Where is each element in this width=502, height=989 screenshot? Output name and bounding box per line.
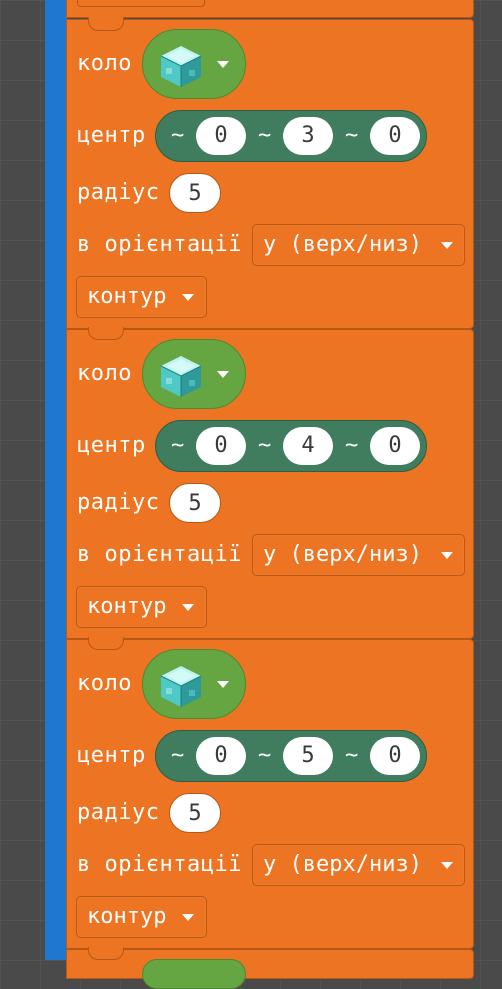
chevron-down-icon <box>217 61 229 68</box>
tilde-x: ~ <box>171 743 185 768</box>
orientation-dropdown[interactable]: y (верх/низ) <box>252 224 465 266</box>
chevron-down-icon <box>182 294 194 301</box>
circle-label: коло <box>77 671 132 696</box>
mode-dropdown[interactable]: контур <box>76 276 207 318</box>
position-pill[interactable]: ~ 0 ~ 5 ~ 0 <box>155 730 427 782</box>
circle-label: коло <box>77 51 132 76</box>
tilde-z: ~ <box>345 743 359 768</box>
orientation-label: в орієнтації <box>77 852 242 877</box>
diamond-block-icon <box>160 45 202 88</box>
radius-input[interactable]: 5 <box>169 173 221 213</box>
stack-rail <box>45 0 68 960</box>
radius-label: радіус <box>77 800 160 825</box>
radius-input[interactable]: 5 <box>169 793 221 833</box>
mode-dropdown[interactable]: контур <box>76 896 207 938</box>
tilde-x: ~ <box>171 123 185 148</box>
circle-label: коло <box>77 361 132 386</box>
diamond-block-icon <box>160 665 202 708</box>
center-label: центр <box>77 123 146 148</box>
chevron-down-icon <box>441 862 453 869</box>
position-pill[interactable]: ~ 0 ~ 4 ~ 0 <box>155 420 427 472</box>
tilde-x: ~ <box>171 433 185 458</box>
center-label: центр <box>77 743 146 768</box>
center-y-input[interactable]: 4 <box>283 427 333 465</box>
radius-label: радіус <box>77 180 160 205</box>
orientation-dropdown[interactable]: y (верх/низ) <box>252 534 465 576</box>
mode-value: контур <box>87 904 167 929</box>
position-pill[interactable]: ~ 0 ~ 3 ~ 0 <box>155 110 427 162</box>
mode-value: контур <box>87 594 167 619</box>
center-z-input[interactable]: 0 <box>370 117 420 155</box>
center-x-input[interactable]: 0 <box>196 737 246 775</box>
block-notch <box>88 637 124 650</box>
mode-dropdown[interactable]: контур <box>76 586 207 628</box>
chevron-down-icon <box>441 552 453 559</box>
center-z-input[interactable]: 0 <box>370 737 420 775</box>
center-y-input[interactable]: 3 <box>283 117 333 155</box>
tilde-y: ~ <box>258 743 272 768</box>
orientation-dropdown[interactable]: y (верх/низ) <box>252 844 465 886</box>
block-picker[interactable] <box>142 29 246 99</box>
orientation-label: в орієнтації <box>77 232 242 257</box>
orientation-label: в орієнтації <box>77 542 242 567</box>
chevron-down-icon <box>217 681 229 688</box>
chevron-down-icon <box>441 242 453 249</box>
previous-mode-dropdown[interactable] <box>77 0 205 7</box>
chevron-down-icon <box>217 371 229 378</box>
tilde-y: ~ <box>258 123 272 148</box>
tilde-z: ~ <box>345 433 359 458</box>
orientation-value: y (верх/низ) <box>263 542 422 567</box>
block-notch <box>88 18 124 31</box>
chevron-down-icon <box>182 604 194 611</box>
tilde-z: ~ <box>345 123 359 148</box>
chevron-down-icon <box>182 914 194 921</box>
orientation-value: y (верх/низ) <box>263 232 422 257</box>
block-picker[interactable] <box>142 339 246 409</box>
block-notch <box>88 947 124 960</box>
block-picker[interactable] <box>142 649 246 719</box>
mode-value: контур <box>87 284 167 309</box>
block-notch <box>88 327 124 340</box>
tilde-y: ~ <box>258 433 272 458</box>
center-y-input[interactable]: 5 <box>283 737 333 775</box>
center-z-input[interactable]: 0 <box>370 427 420 465</box>
center-x-input[interactable]: 0 <box>196 117 246 155</box>
radius-input[interactable]: 5 <box>169 483 221 523</box>
diamond-block-icon <box>160 355 202 398</box>
center-x-input[interactable]: 0 <box>196 427 246 465</box>
center-label: центр <box>77 433 146 458</box>
next-block-remnant[interactable] <box>66 949 474 979</box>
radius-label: радіус <box>77 490 160 515</box>
orientation-value: y (верх/низ) <box>263 852 422 877</box>
block-picker[interactable] <box>142 959 246 989</box>
